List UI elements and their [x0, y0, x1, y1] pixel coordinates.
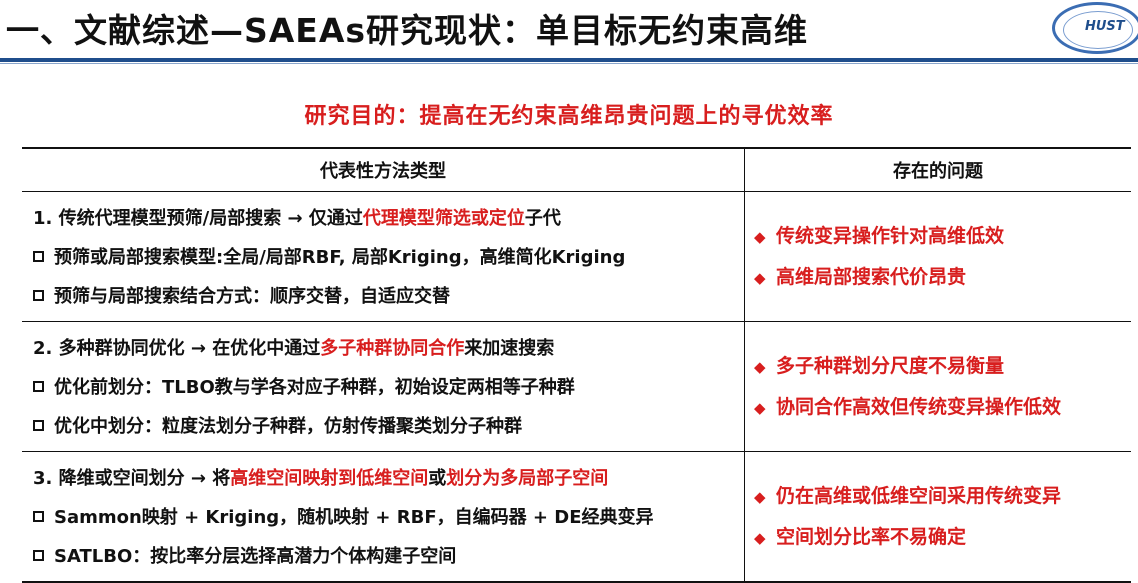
method-item-text: SATLBO：按比率分层选择高潜力个体构建子空间 — [54, 546, 457, 567]
method-item: 优化中划分：粒度法划分子种群，仿射传播聚类划分子种群 — [33, 407, 743, 446]
method-item-text: 优化前划分：TLBO教与学各对应子种群，初始设定两相等子种群 — [54, 377, 575, 398]
slide-title: 一、文献综述—SAEAs研究现状：单目标无约束高维 — [6, 11, 809, 50]
issue-text: 多子种群划分尺度不易衡量 — [776, 354, 1005, 377]
issue-cell: ◆ 多子种群划分尺度不易衡量 ◆ 协同合作高效但传统变异操作低效 — [744, 321, 1131, 452]
method-item: 预筛或局部搜索模型:全局/局部RBF, 局部Kriging，高维简化Krigin… — [33, 238, 743, 277]
method-item-text: 预筛与局部搜索结合方式：顺序交替，自适应交替 — [54, 286, 450, 307]
checkbox-square-icon — [33, 381, 44, 392]
issue-text: 空间划分比率不易确定 — [776, 525, 967, 548]
header-method-types: 代表性方法类型 — [22, 147, 745, 192]
issue-item: ◆ 高维局部搜索代价昂贵 — [746, 257, 1130, 298]
issue-text: 传统变异操作针对高维低效 — [776, 224, 1005, 247]
issue-item: ◆ 空间划分比率不易确定 — [746, 517, 1130, 558]
method-item-text: 预筛或局部搜索模型:全局/局部RBF, 局部Kriging，高维简化Krigin… — [54, 247, 626, 268]
issue-item: ◆ 仍在高维或低维空间采用传统变异 — [746, 476, 1130, 517]
issue-item: ◆ 传统变异操作针对高维低效 — [746, 216, 1130, 257]
diamond-icon: ◆ — [754, 487, 766, 506]
method-title-text-mid: 或 — [428, 468, 447, 489]
method-title: 1. 传统代理模型预筛/局部搜索 → 仅通过代理模型筛选或定位子代 — [33, 199, 743, 238]
method-item: Sammon映射 + Kriging，随机映射 + RBF，自编码器 + DE经… — [33, 498, 743, 537]
diamond-icon: ◆ — [754, 268, 766, 287]
method-title-text: 2. 多种群协同优化 → 在优化中通过 — [33, 338, 321, 359]
method-item: SATLBO：按比率分层选择高潜力个体构建子空间 — [33, 537, 743, 576]
table-header-row: 代表性方法类型 存在的问题 — [22, 147, 1131, 192]
method-item-text: 优化中划分：粒度法划分子种群，仿射传播聚类划分子种群 — [54, 416, 522, 437]
method-title-highlight: 代理模型筛选或定位 — [362, 208, 525, 229]
checkbox-square-icon — [33, 290, 44, 301]
method-title-highlight: 多子种群协同合作 — [320, 338, 465, 359]
diamond-icon: ◆ — [754, 528, 766, 547]
issue-text: 协同合作高效但传统变异操作低效 — [776, 395, 1062, 418]
method-title-text-end: 来加速搜索 — [464, 338, 555, 359]
method-title-text: 1. 传统代理模型预筛/局部搜索 → 仅通过 — [33, 208, 363, 229]
header-divider — [0, 58, 1138, 62]
checkbox-square-icon — [33, 420, 44, 431]
checkbox-square-icon — [33, 251, 44, 262]
checkbox-square-icon — [33, 550, 44, 561]
diamond-icon: ◆ — [754, 227, 766, 246]
table-row: 2. 多种群协同优化 → 在优化中通过多子种群协同合作来加速搜索 优化前划分：T… — [22, 321, 1131, 452]
header-issues: 存在的问题 — [744, 147, 1131, 192]
method-item: 预筛与局部搜索结合方式：顺序交替，自适应交替 — [33, 277, 743, 316]
method-cell: 1. 传统代理模型预筛/局部搜索 → 仅通过代理模型筛选或定位子代 预筛或局部搜… — [22, 191, 745, 322]
method-title-text: 3. 降维或空间划分 → 将 — [33, 468, 231, 489]
issue-item: ◆ 协同合作高效但传统变异操作低效 — [746, 387, 1130, 428]
method-title-text-end: 子代 — [524, 208, 561, 229]
method-cell: 2. 多种群协同优化 → 在优化中通过多子种群协同合作来加速搜索 优化前划分：T… — [22, 321, 745, 452]
issue-text: 高维局部搜索代价昂贵 — [776, 265, 967, 288]
university-logo: HUST — [1052, 2, 1138, 54]
checkbox-square-icon — [33, 511, 44, 522]
table-row: 3. 降维或空间划分 → 将高维空间映射到低维空间或划分为多局部子空间 Samm… — [22, 451, 1131, 583]
table-row: 1. 传统代理模型预筛/局部搜索 → 仅通过代理模型筛选或定位子代 预筛或局部搜… — [22, 191, 1131, 322]
slide-header: 一、文献综述—SAEAs研究现状：单目标无约束高维 HUST — [0, 0, 1138, 58]
logo-text: HUST — [1085, 19, 1125, 34]
method-title: 2. 多种群协同优化 → 在优化中通过多子种群协同合作来加速搜索 — [33, 329, 743, 368]
issue-cell: ◆ 仍在高维或低维空间采用传统变异 ◆ 空间划分比率不易确定 — [744, 451, 1131, 583]
diamond-icon: ◆ — [754, 357, 766, 376]
diamond-icon: ◆ — [754, 398, 766, 417]
research-goal: 研究目的：提高在无约束高维昂贵问题上的寻优效率 — [304, 104, 834, 129]
methods-table: 代表性方法类型 存在的问题 1. 传统代理模型预筛/局部搜索 → 仅通过代理模型… — [22, 147, 1131, 583]
method-title-highlight-2: 划分为多局部子空间 — [446, 468, 609, 489]
issue-text: 仍在高维或低维空间采用传统变异 — [776, 484, 1062, 507]
method-title: 3. 降维或空间划分 → 将高维空间映射到低维空间或划分为多局部子空间 — [33, 459, 743, 498]
issue-cell: ◆ 传统变异操作针对高维低效 ◆ 高维局部搜索代价昂贵 — [744, 191, 1131, 322]
header-divider-thin — [0, 63, 1138, 64]
method-item: 优化前划分：TLBO教与学各对应子种群，初始设定两相等子种群 — [33, 368, 743, 407]
issue-item: ◆ 多子种群划分尺度不易衡量 — [746, 346, 1130, 387]
method-title-highlight: 高维空间映射到低维空间 — [230, 468, 429, 489]
method-cell: 3. 降维或空间划分 → 将高维空间映射到低维空间或划分为多局部子空间 Samm… — [22, 451, 745, 583]
method-item-text: Sammon映射 + Kriging，随机映射 + RBF，自编码器 + DE经… — [54, 507, 654, 528]
